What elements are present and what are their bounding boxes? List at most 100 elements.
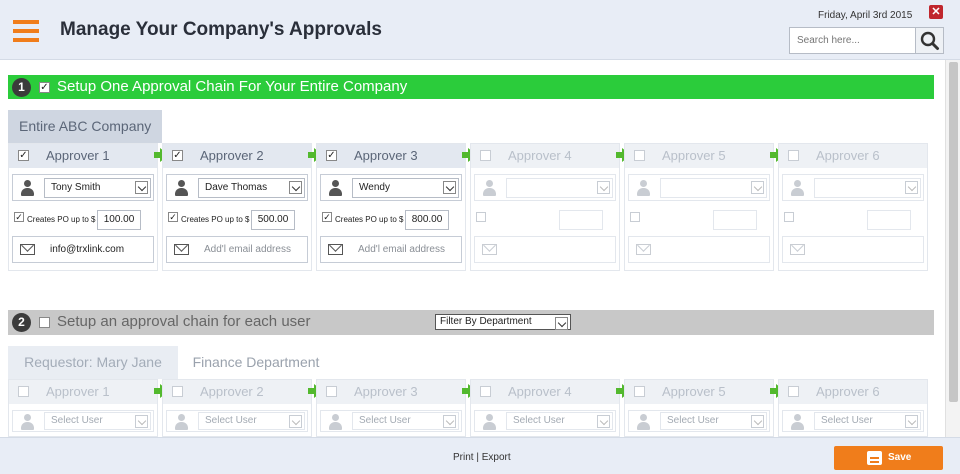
envelope-icon <box>20 244 35 255</box>
menu-icon[interactable] <box>13 20 39 42</box>
approver-checkbox[interactable] <box>634 150 645 161</box>
tab-requestor[interactable]: Requestor: Mary Jane <box>8 346 178 379</box>
approver-checkbox[interactable]: ✓ <box>172 150 183 161</box>
approver-checkbox[interactable]: ✓ <box>18 150 29 161</box>
approver-header: Approver 5 <box>625 380 773 404</box>
print-link[interactable]: Print <box>453 452 474 463</box>
po-limit-input[interactable]: 100.00 <box>97 210 141 230</box>
po-limit-checkbox[interactable]: ✓ <box>168 212 178 222</box>
po-limit-row: ✓ Creates PO up to $800.00 <box>320 210 462 230</box>
export-link[interactable]: Export <box>482 452 511 463</box>
approver-checkbox[interactable] <box>788 150 799 161</box>
tab-entire-company[interactable]: Entire ABC Company <box>8 110 163 143</box>
user-select[interactable] <box>660 178 767 198</box>
scrollbar-thumb[interactable] <box>949 62 958 402</box>
user-select[interactable]: Select User <box>660 412 767 430</box>
user-chain-approver-column: Approver 3 Select User <box>316 379 466 437</box>
tab-finance-department[interactable]: Finance Department <box>178 346 334 379</box>
approver-label: Approver 5 <box>662 384 726 399</box>
person-icon <box>637 180 650 196</box>
approver-checkbox[interactable] <box>18 386 29 397</box>
current-date: Friday, April 3rd 2015 <box>818 10 913 21</box>
filter-department-select[interactable]: Filter By Department <box>435 314 571 330</box>
user-select-value: Wendy <box>359 182 390 193</box>
user-select[interactable]: Select User <box>352 412 459 430</box>
user-select[interactable] <box>814 178 921 198</box>
approver-label: Approver 4 <box>508 148 572 163</box>
chevron-down-icon <box>597 415 610 428</box>
po-limit-row <box>474 210 616 230</box>
user-select[interactable]: Wendy <box>352 178 459 198</box>
page-title: Manage Your Company's Approvals <box>60 19 382 40</box>
approver-checkbox[interactable]: ✓ <box>326 150 337 161</box>
email-input[interactable]: Add'l email address <box>198 237 305 262</box>
footer-separator: | <box>476 452 479 463</box>
email-row: Add'l email address <box>320 236 462 263</box>
po-limit-checkbox[interactable] <box>630 212 640 222</box>
envelope-icon <box>174 244 189 255</box>
email-input[interactable] <box>660 237 767 262</box>
user-select[interactable]: Select User <box>44 412 151 430</box>
chevron-down-icon <box>597 181 610 194</box>
section2-checkbox[interactable] <box>39 317 50 328</box>
po-limit-input[interactable]: 500.00 <box>251 210 295 230</box>
footer: Print | Export Save <box>0 437 960 474</box>
search-input[interactable] <box>790 28 915 53</box>
step-number-1: 1 <box>12 78 31 97</box>
person-icon <box>637 414 650 430</box>
user-select[interactable]: Tony Smith <box>44 178 151 198</box>
person-icon <box>483 180 496 196</box>
po-limit-input[interactable] <box>867 210 911 230</box>
approver-column: ✓ Approver 2 Dave Thomas ✓ Creates PO up to … <box>162 143 312 271</box>
email-row: Add'l email address <box>166 236 308 263</box>
po-limit-checkbox[interactable] <box>476 212 486 222</box>
email-input[interactable] <box>506 237 613 262</box>
approver-label: Approver 3 <box>354 148 418 163</box>
approver-checkbox[interactable] <box>634 386 645 397</box>
po-limit-input[interactable] <box>713 210 757 230</box>
person-icon <box>791 414 804 430</box>
filter-select-value: Filter By Department <box>440 316 532 327</box>
po-limit-checkbox[interactable]: ✓ <box>322 212 332 222</box>
close-icon[interactable]: ✕ <box>929 5 943 19</box>
approver-checkbox[interactable] <box>480 386 491 397</box>
user-select[interactable]: Select User <box>814 412 921 430</box>
po-limit-row <box>782 210 924 230</box>
email-input[interactable]: Add'l email address <box>352 237 459 262</box>
user-row: Select User <box>12 410 154 432</box>
user-chain-approver-column: Approver 6 Select User <box>778 379 928 437</box>
vertical-scrollbar[interactable] <box>945 60 960 437</box>
footer-links: Print | Export <box>453 452 511 463</box>
approver-checkbox[interactable] <box>480 150 491 161</box>
user-row <box>474 174 616 201</box>
approver-checkbox[interactable] <box>788 386 799 397</box>
chevron-down-icon <box>905 181 918 194</box>
po-limit-checkbox[interactable] <box>784 212 794 222</box>
approver-label: Approver 2 <box>200 384 264 399</box>
email-input[interactable]: info@trxlink.com <box>44 237 151 262</box>
chevron-down-icon <box>751 415 764 428</box>
approver-checkbox[interactable] <box>172 386 183 397</box>
po-limit-input[interactable] <box>559 210 603 230</box>
person-icon <box>21 180 34 196</box>
user-select[interactable]: Select User <box>506 412 613 430</box>
po-limit-checkbox[interactable]: ✓ <box>14 212 24 222</box>
user-select-placeholder: Select User <box>359 415 411 426</box>
user-select[interactable]: Select User <box>198 412 305 430</box>
email-input[interactable] <box>814 237 921 262</box>
approver-label: Approver 6 <box>816 384 880 399</box>
user-select-value: Tony Smith <box>51 182 101 193</box>
approver-checkbox[interactable] <box>326 386 337 397</box>
po-limit-row: ✓ Creates PO up to $500.00 <box>166 210 308 230</box>
po-limit-input[interactable]: 800.00 <box>405 210 449 230</box>
search-button[interactable] <box>915 28 943 53</box>
user-chain-approver-column: Approver 2 Select User <box>162 379 312 437</box>
save-button[interactable]: Save <box>834 446 943 470</box>
user-row: Tony Smith <box>12 174 154 201</box>
search-icon <box>920 31 939 50</box>
user-select[interactable] <box>506 178 613 198</box>
user-row: Dave Thomas <box>166 174 308 201</box>
user-chain-approver-column: Approver 1 Select User <box>8 379 158 437</box>
section1-checkbox[interactable]: ✓ <box>39 82 50 93</box>
user-select[interactable]: Dave Thomas <box>198 178 305 198</box>
